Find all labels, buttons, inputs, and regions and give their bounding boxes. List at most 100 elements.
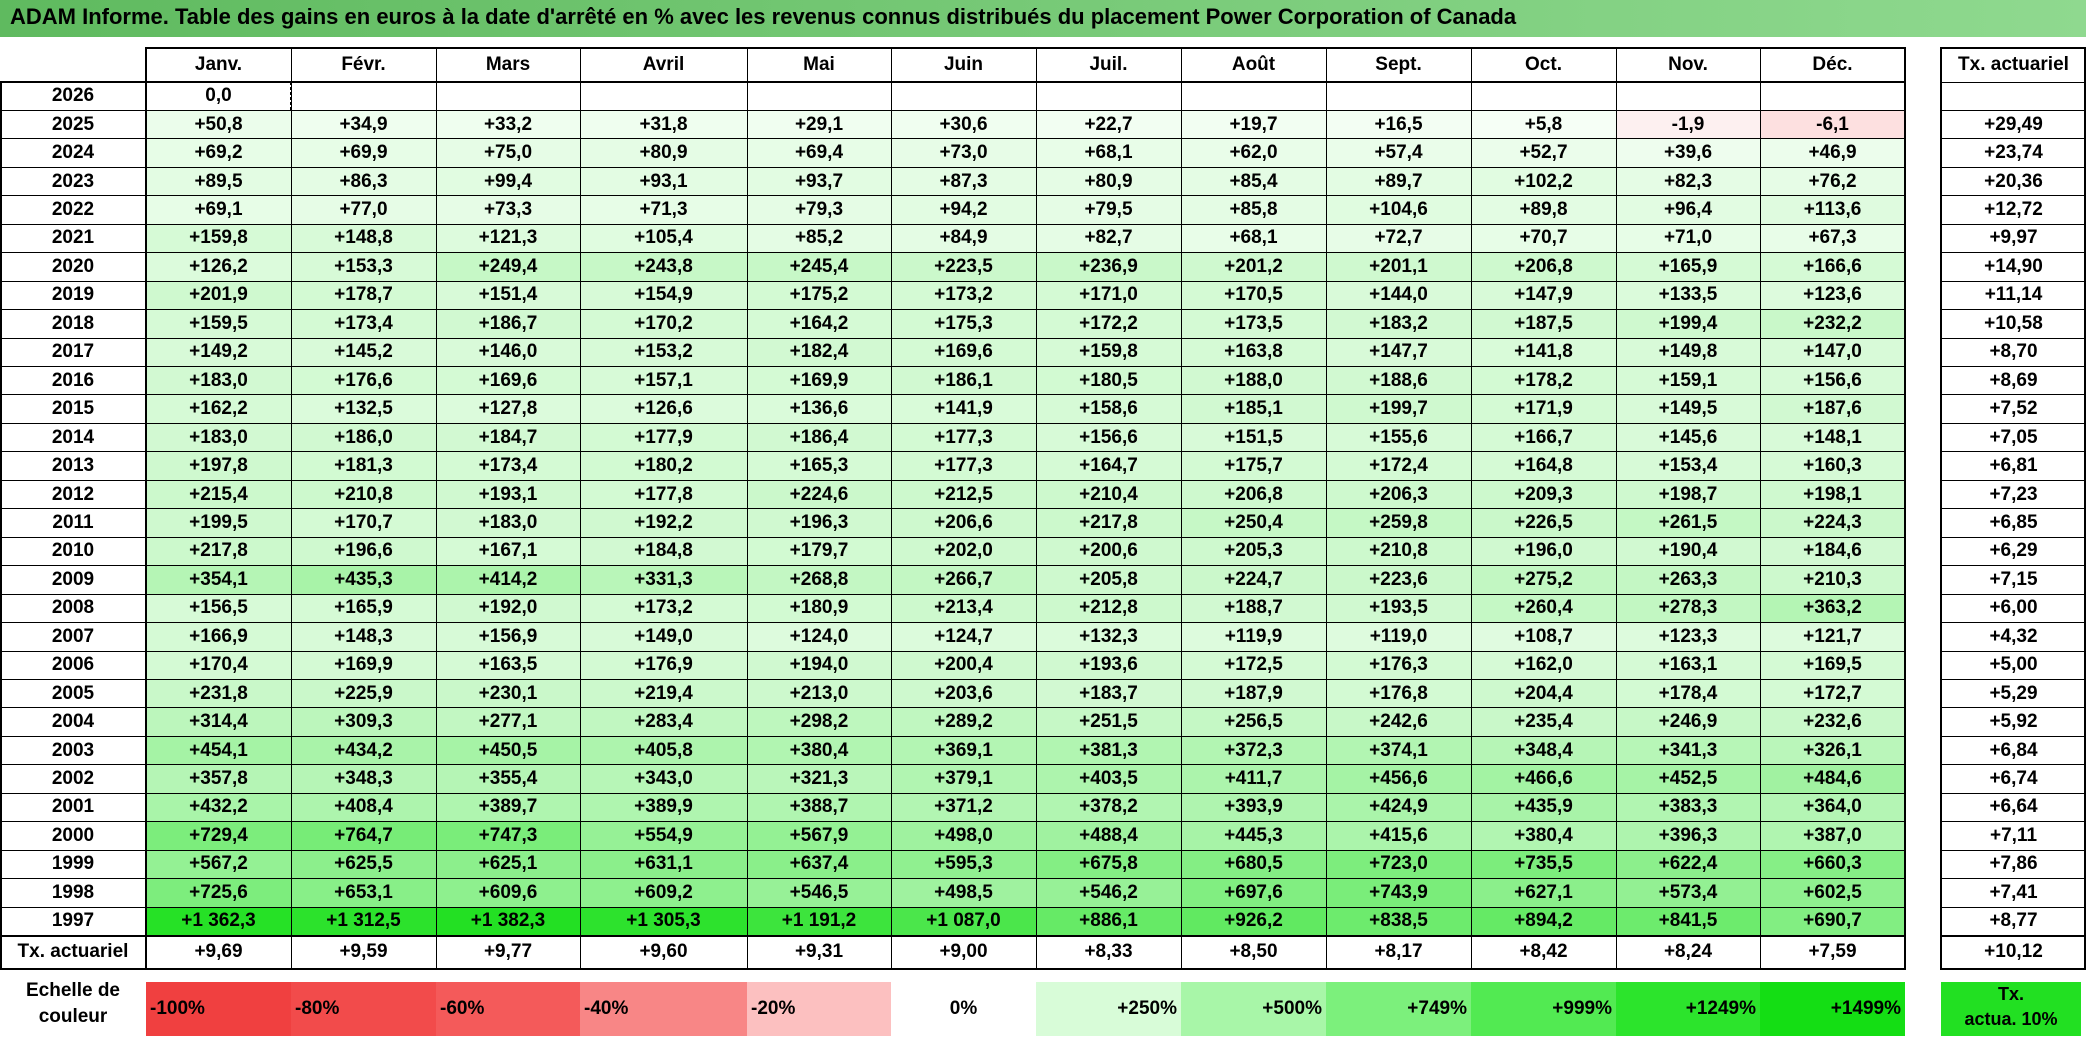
grid-hline xyxy=(0,508,1905,510)
table-cell: +79,5 xyxy=(1036,195,1181,225)
grid-vline xyxy=(1035,47,1037,970)
table-cell: +71,3 xyxy=(580,195,747,225)
actuarial-cell: +23,74 xyxy=(1941,138,2086,168)
table-cell xyxy=(580,82,747,111)
actuarial-legend-line2: actua. 10% xyxy=(1964,1009,2058,1029)
table-cell: +729,4 xyxy=(146,821,291,851)
footer-cell: +9,60 xyxy=(639,940,688,962)
table-cell: +102,2 xyxy=(1471,167,1616,196)
table-cell: +188,0 xyxy=(1181,366,1326,395)
table-cell: +179,7 xyxy=(747,537,891,566)
color-scale-label: Echelle de couleur xyxy=(0,978,146,1034)
year-label: 2006 xyxy=(51,654,95,676)
table-cell: +163,8 xyxy=(1181,338,1326,367)
table-cell: +169,6 xyxy=(891,338,1036,367)
table-cell: +144,0 xyxy=(1326,281,1471,310)
table-cell: +371,2 xyxy=(891,793,1036,822)
table-cell: +176,6 xyxy=(291,366,436,395)
table-cell: +245,4 xyxy=(747,252,891,282)
table-cell: +157,1 xyxy=(580,366,747,395)
grid-hline xyxy=(1941,764,2086,766)
footer-cell: +8,50 xyxy=(1229,940,1278,962)
table-cell: -6,1 xyxy=(1760,110,1905,139)
grid-hline xyxy=(1941,422,2086,424)
table-cell: +170,4 xyxy=(146,651,291,680)
table-cell: +162,2 xyxy=(146,394,291,424)
table-cell: +72,7 xyxy=(1326,224,1471,253)
table-cell: +165,9 xyxy=(1616,252,1760,282)
table-cell: +435,3 xyxy=(291,565,436,595)
table-cell: +567,9 xyxy=(747,821,891,851)
table-cell: +105,4 xyxy=(580,224,747,253)
table-cell: +141,8 xyxy=(1471,338,1616,367)
table-cell: +232,2 xyxy=(1760,309,1905,339)
table-cell: +153,2 xyxy=(580,338,747,367)
grid-hline xyxy=(1941,650,2086,652)
actuarial-cell: +29,49 xyxy=(1941,110,2086,139)
actuarial-cell: +7,41 xyxy=(1941,878,2086,908)
actuarial-cell: +6,64 xyxy=(1941,793,2086,822)
table-cell: +159,1 xyxy=(1616,366,1760,395)
footer-cell: +8,17 xyxy=(1374,940,1423,962)
table-cell: +354,1 xyxy=(146,565,291,595)
actuarial-cell: +7,23 xyxy=(1941,480,2086,509)
table-cell: +224,6 xyxy=(747,480,891,509)
grid-hline xyxy=(0,906,1905,908)
table-cell: +57,4 xyxy=(1326,138,1471,168)
table-cell: +697,6 xyxy=(1181,878,1326,908)
table-cell: +743,9 xyxy=(1326,878,1471,908)
grid-hline xyxy=(0,968,1905,970)
table-cell: +68,1 xyxy=(1036,138,1181,168)
grid-hline xyxy=(0,394,1905,396)
table-cell: +89,5 xyxy=(146,167,291,196)
grid-hline xyxy=(1941,821,2086,823)
table-cell: +224,3 xyxy=(1760,508,1905,538)
year-label: 2013 xyxy=(51,455,95,477)
table-cell: +454,1 xyxy=(146,736,291,765)
table-cell: +188,7 xyxy=(1181,594,1326,623)
year-label: 2008 xyxy=(51,597,95,619)
table-cell: +185,1 xyxy=(1181,394,1326,424)
year-label: 2025 xyxy=(51,113,95,135)
table-cell: +180,5 xyxy=(1036,366,1181,395)
table-cell: +466,6 xyxy=(1471,764,1616,794)
table-cell: +268,8 xyxy=(747,565,891,595)
table-cell: +196,0 xyxy=(1471,537,1616,566)
table-cell: +167,1 xyxy=(436,537,580,566)
footer-cell: +7,59 xyxy=(1808,940,1857,962)
year-label: 2022 xyxy=(51,199,95,221)
table-cell: +602,5 xyxy=(1760,878,1905,908)
table-cell: +171,0 xyxy=(1036,281,1181,310)
table-cell: +147,0 xyxy=(1760,338,1905,367)
table-cell: +124,7 xyxy=(891,622,1036,651)
grid-hline xyxy=(1941,223,2086,225)
table-cell: +173,4 xyxy=(291,309,436,339)
color-scale-step: +749% xyxy=(1326,982,1471,1036)
actuarial-cell: +7,15 xyxy=(1941,565,2086,595)
table-cell: +217,8 xyxy=(146,537,291,566)
actuarial-cell: +6,00 xyxy=(1941,594,2086,623)
table-cell: +192,2 xyxy=(580,508,747,538)
table-cell: +200,4 xyxy=(891,651,1036,680)
table-cell: +133,5 xyxy=(1616,281,1760,310)
month-header: Oct. xyxy=(1525,53,1562,75)
table-cell: +172,2 xyxy=(1036,309,1181,339)
table-cell: +690,7 xyxy=(1760,907,1905,936)
table-cell: +201,2 xyxy=(1181,252,1326,282)
actuarial-cell: +8,70 xyxy=(1941,338,2086,367)
footer-cell: +9,59 xyxy=(339,940,388,962)
table-cell: +194,0 xyxy=(747,651,891,680)
table-cell: +389,9 xyxy=(580,793,747,822)
actuarial-legend-line1: Tx. xyxy=(1997,984,2024,1004)
table-cell: +204,4 xyxy=(1471,679,1616,708)
table-cell: +30,6 xyxy=(891,110,1036,139)
table-cell: +348,4 xyxy=(1471,736,1616,765)
table-cell: +113,6 xyxy=(1760,195,1905,225)
table-cell: +278,3 xyxy=(1616,594,1760,623)
table-cell: +71,0 xyxy=(1616,224,1760,253)
year-label: 1998 xyxy=(51,881,95,903)
table-cell: +165,9 xyxy=(291,594,436,623)
actuarial-cell: +4,32 xyxy=(1941,622,2086,651)
color-scale-step: -40% xyxy=(580,982,747,1036)
table-cell: +164,7 xyxy=(1036,451,1181,481)
